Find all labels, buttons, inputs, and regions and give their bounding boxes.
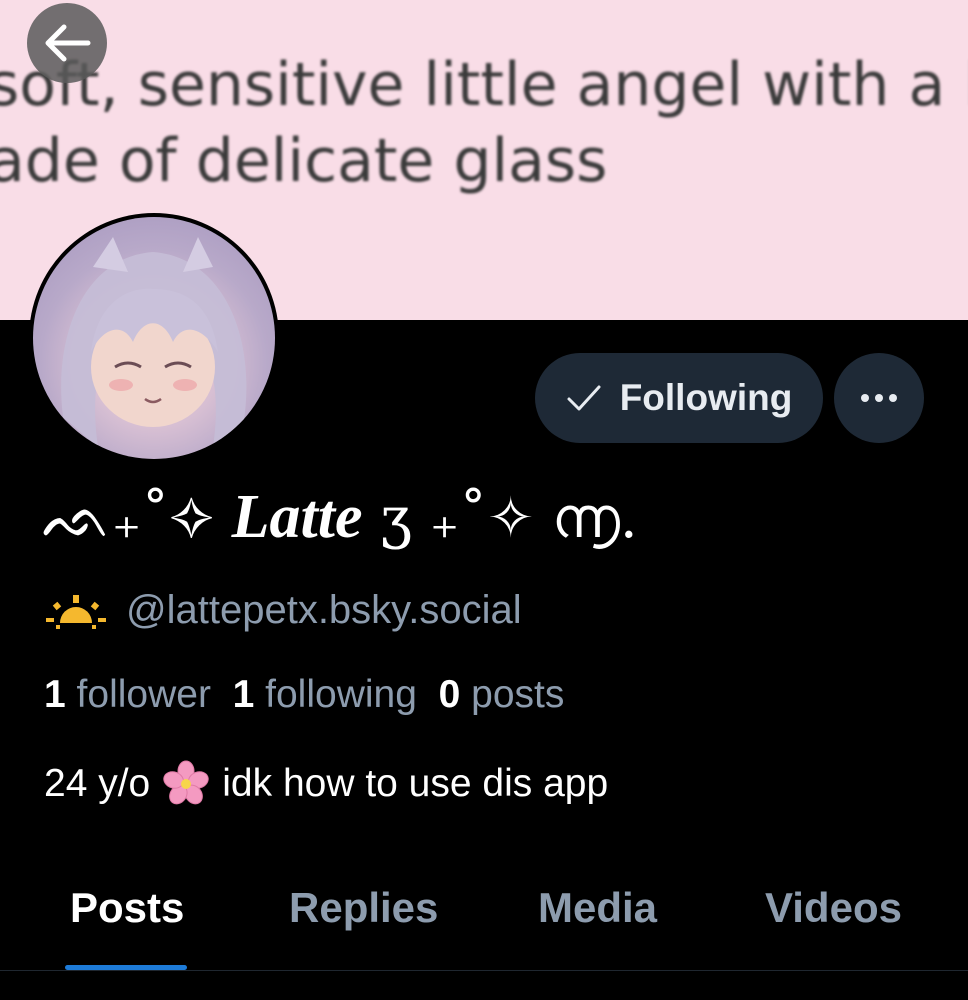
display-name-main: Latte	[231, 483, 363, 551]
following-stat[interactable]: 1 following	[233, 673, 417, 716]
bio-text: idk how to use dis app	[222, 762, 609, 805]
display-name-suffix: ʒ ₊˚✧ ൬.	[380, 486, 638, 551]
tab-posts[interactable]: Posts	[70, 884, 184, 932]
avatar[interactable]	[29, 213, 279, 463]
tab-videos[interactable]: Videos	[765, 884, 902, 932]
sunrise-icon	[46, 594, 106, 629]
back-button[interactable]	[27, 3, 107, 83]
display-name: ᨒ₊˚✧ Latte ʒ ₊˚✧ ൬.	[42, 482, 638, 553]
ellipsis-icon	[861, 394, 897, 402]
bio: 24 y/o idk how to use dis app	[44, 760, 608, 808]
arrow-left-icon	[45, 24, 91, 62]
posts-label: posts	[471, 673, 565, 716]
bio-prefix: 24 y/o	[44, 762, 151, 805]
banner-text-line-1: soft, sensitive little angel with a he	[0, 50, 968, 120]
checkmark-icon	[567, 385, 601, 411]
banner-text-line-2: ade of delicate glass	[0, 126, 608, 196]
active-tab-indicator	[65, 965, 187, 970]
followers-stat[interactable]: 1 follower	[44, 673, 211, 716]
followers-count: 1	[44, 673, 66, 716]
following-button-label: Following	[619, 377, 793, 418]
display-name-prefix: ᨒ₊˚✧	[42, 486, 214, 551]
cherry-blossom-icon	[163, 760, 209, 805]
posts-count: 0	[438, 673, 461, 716]
tab-replies[interactable]: Replies	[289, 884, 438, 932]
more-options-button[interactable]	[834, 353, 924, 443]
following-button[interactable]: Following	[535, 353, 823, 443]
avatar-image	[33, 217, 275, 459]
profile-tabs: Posts Replies Media Videos	[0, 860, 968, 971]
following-label: following	[265, 673, 417, 716]
handle-row: @lattepetx.bsky.social	[46, 588, 522, 633]
followers-label: follower	[76, 673, 211, 716]
tab-media[interactable]: Media	[538, 884, 657, 932]
following-count: 1	[232, 673, 255, 716]
profile-stats: 1 follower 1 following 0 posts	[44, 673, 564, 717]
posts-stat: 0 posts	[439, 673, 565, 716]
handle[interactable]: @lattepetx.bsky.social	[126, 588, 522, 633]
